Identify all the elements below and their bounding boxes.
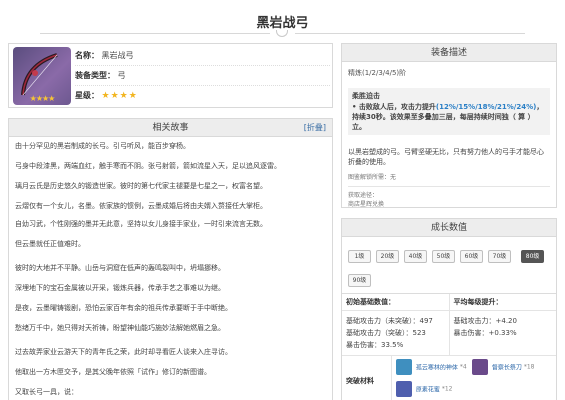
story-paragraph: 愁绪万千中，她只得对天祈祷，盼望神仙能巧施妙法解她燃眉之急。 xyxy=(15,324,225,332)
avg-stats: 基础攻击力：+4.20 暴击伤害：+0.33% xyxy=(450,311,557,355)
material-item[interactable]: 原素花蜜 *12 xyxy=(396,381,472,400)
story-paragraph: 彼时的大地并不平静。山岳与洞窟在低声的轰鸣裂叫中，坍塌挪移。 xyxy=(15,264,225,272)
type-value: 弓 xyxy=(117,71,126,80)
story-paragraph: 云熠仅有一个女儿，名墨。依家族的惯例，云墨成婚后将由夫婿入赘接任大掌柜。 xyxy=(15,202,267,210)
story-paragraph: 弓身中段漆黑，两端血红，触手寒而不阴。张弓射箭，箭如流星入天，足以追风逐雷。 xyxy=(15,162,281,170)
story-paragraph: 他取出一方木匣交予，是其父晚年依照「试作」修订的新图谱。 xyxy=(15,368,211,376)
material-name: 孤云寒林的神体 xyxy=(415,364,458,372)
material-name: 原素花蜜 xyxy=(415,386,440,394)
growth-panel: 成长数值 1级 20级 40级 50级 60级 70级 80级 90级 初始基础数值： 平均… xyxy=(341,218,557,400)
story-paragraph: 由十分罕见的黑岩制成的长弓。引弓听风，能百步穿杨。 xyxy=(15,142,190,150)
passive-effect: 柔胜迫击 • 击败敌人后，攻击力提升(12%/15%/18%/21%/24%)，… xyxy=(348,88,550,135)
source-label: 获取途径： xyxy=(348,192,379,199)
story-paragraph: 是夜，云墨曜铸锻剧，恐怕云家百年有余的祖兵传承要断于手中断绝。 xyxy=(15,304,232,312)
level-button-1[interactable]: 1级 xyxy=(348,250,371,263)
level-button-90[interactable]: 90级 xyxy=(348,274,371,287)
growth-header: 成长数值 xyxy=(342,219,556,237)
story-paragraph: 过去故弄家业云游天下的青年氏之荣，此时却寻看匠人谈来入庄寻访。 xyxy=(15,348,232,356)
weapon-image: ★★★★ xyxy=(13,47,71,105)
materials-list: 孤云寒林的神体 *4 督察长祭刀 *18 原素花蜜 *12 xyxy=(392,356,556,400)
base-stats-heading: 初始基础数值： xyxy=(342,294,450,310)
base-stats: 基础攻击力（未突破）：497 基础攻击力（突破）：523 暴击伤害：33.5% xyxy=(342,311,450,355)
stat-table: 初始基础数值： 平均每级提升： 基础攻击力（未突破）：497 基础攻击力（突破）… xyxy=(342,293,556,400)
material-name: 督察长祭刀 xyxy=(491,364,522,372)
level-button-20[interactable]: 20级 xyxy=(376,250,399,263)
material-item[interactable]: 督察长祭刀 *18 xyxy=(472,359,548,379)
level-button-60[interactable]: 60级 xyxy=(460,250,483,263)
avg-stats-heading: 平均每级提升： xyxy=(453,298,503,306)
level-selector: 1级 20级 40级 50级 60级 70级 80级 90级 xyxy=(342,237,556,293)
weapon-rarity-stars: ★★★★ xyxy=(29,94,56,103)
avg-stat-row: 基础攻击力：+4.20 xyxy=(453,317,517,325)
name-value: 黑岩战弓 xyxy=(101,51,134,60)
name-label: 名称： xyxy=(75,51,99,60)
unlock-requirement: 图鉴解锁所需：无 xyxy=(348,174,397,181)
story-paragraph: 又取长弓一具，说： xyxy=(15,388,78,396)
page-title: 黑岩战弓 xyxy=(256,16,309,31)
material-icon xyxy=(396,359,412,375)
source-value: 商店星辉兑换 xyxy=(348,201,385,208)
description-panel: 装备描述 精炼(1/2/3/4/5)阶 柔胜迫击 • 击败敌人后，攻击力提升(1… xyxy=(341,43,557,208)
effect-title: 柔胜迫击 xyxy=(352,92,380,100)
info-type-row: 装备类型： 弓 xyxy=(75,66,330,86)
refine-levels: 精炼(1/2/3/4/5)阶 xyxy=(348,69,407,77)
level-button-70[interactable]: 70级 xyxy=(488,250,511,263)
story-text: 由十分罕见的黑岩制成的长弓。引弓听风，能百步穿杨。 弓身中段漆黑，两端血红，触手… xyxy=(9,137,332,400)
material-icon xyxy=(396,381,412,397)
base-stat-row: 基础攻击力（未突破）：497 xyxy=(346,317,433,325)
weapon-info-panel: ★★★★ 名称： 黑岩战弓 装备类型： 弓 星级： ★★★★ xyxy=(8,43,333,108)
title-divider xyxy=(40,30,525,38)
base-stat-row: 暴击伤害：33.5% xyxy=(346,341,404,349)
material-item[interactable]: 孤云寒林的神体 *4 xyxy=(396,359,472,379)
info-name-row: 名称： 黑岩战弓 xyxy=(75,46,330,66)
story-panel: 相关故事 [折叠] 由十分罕见的黑岩制成的长弓。引弓听风，能百步穿杨。 弓身中段… xyxy=(8,118,333,400)
level-button-50[interactable]: 50级 xyxy=(432,250,455,263)
story-paragraph: 璃月云氏是历史悠久的锻造世家。彼时的第七代家主褪要是七星之一，权富名望。 xyxy=(15,182,267,190)
effect-values: (12%/15%/18%/21%/24%) xyxy=(435,103,537,111)
material-count: *4 xyxy=(459,363,467,371)
material-count: *12 xyxy=(441,385,453,393)
level-button-40[interactable]: 40级 xyxy=(404,250,427,263)
story-paragraph: 自幼习武，个性刚强的墨并无此意，坚持以女儿身接手家业，一时引来流言无数。 xyxy=(15,220,267,228)
rank-label: 星级： xyxy=(75,91,99,100)
info-rank-row: 星级： ★★★★ xyxy=(75,86,330,106)
avg-stat-row: 暴击伤害：+0.33% xyxy=(453,329,517,337)
material-count: *18 xyxy=(523,363,535,371)
story-title: 相关故事 xyxy=(152,123,189,133)
type-label: 装备类型： xyxy=(75,71,115,80)
star-rating: ★★★★ xyxy=(101,91,138,101)
story-paragraph: 但云墨就任正值难时。 xyxy=(15,240,85,248)
fold-button[interactable]: [折叠] xyxy=(304,119,326,137)
materials-label: 突破材料 xyxy=(342,356,392,400)
base-stat-row: 基础攻击力（突破）：523 xyxy=(346,329,426,337)
description-header: 装备描述 xyxy=(342,44,556,62)
effect-text-pre: • 击败敌人后，攻击力提升 xyxy=(352,103,436,111)
flavor-text: 以黑岩塑成的弓。弓臂坚硬无比，只有努力他人的弓手才能尽心折叠的使用。 xyxy=(348,148,544,166)
story-header: 相关故事 [折叠] xyxy=(9,119,332,137)
story-paragraph: 深埋地下的宝石金属被以开采，锻炼兵器，传承手艺之事难以为继。 xyxy=(15,284,225,292)
level-button-80[interactable]: 80级 xyxy=(521,250,545,263)
material-icon xyxy=(472,359,488,375)
